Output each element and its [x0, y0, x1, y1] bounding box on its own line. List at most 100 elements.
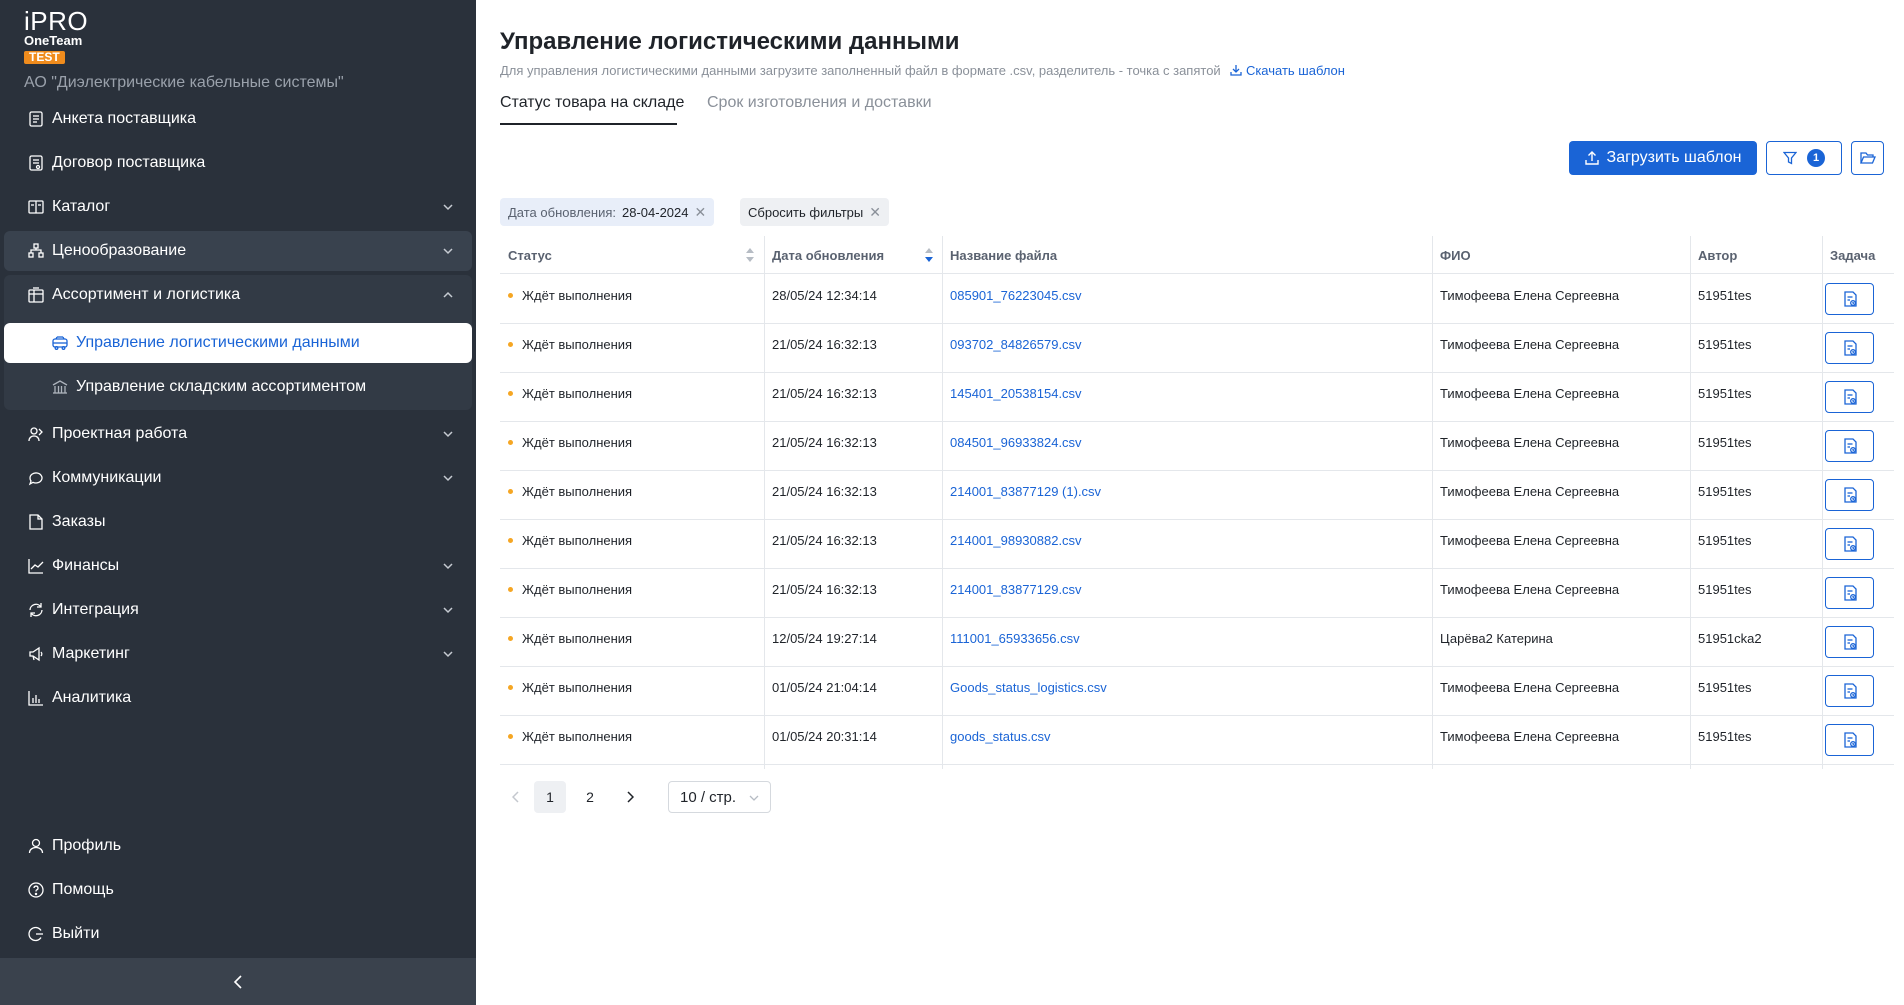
chevron-down-icon	[443, 431, 453, 438]
file-link[interactable]: Goods_status_logistics.csv	[950, 680, 1107, 695]
file-link[interactable]: 214001_83877129.csv	[950, 582, 1082, 597]
sidebar-subitem-logistics[interactable]: Управление логистическими данными	[4, 323, 472, 363]
task-button[interactable]	[1825, 430, 1874, 462]
task-button[interactable]	[1825, 626, 1874, 658]
logo-brand: iPRO	[24, 6, 89, 36]
sidebar-item-pricing[interactable]: Ценообразование	[4, 231, 472, 271]
folder-button[interactable]	[1851, 141, 1884, 175]
sidebar-item-label: Заказы	[52, 513, 106, 530]
pagination-next-button[interactable]	[614, 781, 646, 813]
logo-product: OneTeam	[24, 33, 83, 48]
pagination-prev-button[interactable]	[500, 781, 532, 813]
author-cell: 51951tes	[1698, 337, 1752, 352]
column-divider	[942, 236, 943, 274]
column-header-author[interactable]: Автор	[1698, 236, 1737, 274]
status-text: Ждёт выполнения	[522, 386, 633, 401]
task-button[interactable]	[1825, 528, 1874, 560]
file-link[interactable]: 085901_76223045.csv	[950, 288, 1082, 303]
date-cell: 01/05/24 21:04:14	[772, 680, 877, 695]
sidebar-item-orders[interactable]: Заказы	[4, 502, 472, 542]
sidebar-item-communications[interactable]: Коммуникации	[4, 458, 472, 498]
column-header-filename[interactable]: Название файла	[950, 236, 1057, 274]
sidebar-subitem-warehouse[interactable]: Управление складским ассортиментом	[4, 367, 472, 407]
logo[interactable]: iPRO OneTeam TEST	[24, 8, 144, 66]
sort-desc-icon	[925, 248, 933, 262]
sidebar-item-marketing[interactable]: Маркетинг	[4, 634, 472, 674]
fio-cell: Тимофеева Елена Сергеевна	[1440, 386, 1620, 401]
author-cell: 51951tes	[1698, 288, 1752, 303]
file-link[interactable]: 111001_65933656.csv	[950, 631, 1080, 646]
author-cell: 51951tes	[1698, 582, 1752, 597]
chevron-down-icon	[443, 248, 453, 255]
table-row: Ждёт выполнения 01/05/24 20:31:14 goods_st…	[500, 716, 1894, 765]
tab-production-delivery[interactable]: Срок изготовления и доставки	[707, 94, 932, 112]
column-header-fio[interactable]: ФИО	[1440, 236, 1471, 274]
status-cell: Ждёт выполнения	[508, 435, 632, 450]
pagination-page-2[interactable]: 2	[574, 781, 606, 813]
sidebar-item-projects[interactable]: Проектная работа	[4, 414, 472, 454]
download-template-link[interactable]: Скачать шаблон	[1230, 63, 1345, 78]
task-button[interactable]	[1825, 283, 1874, 315]
column-header-date[interactable]: Дата обновления	[772, 236, 933, 274]
orders-icon	[28, 514, 44, 530]
filter-count-badge: 1	[1807, 149, 1825, 167]
column-divider	[1432, 236, 1433, 274]
reset-filters-button[interactable]: Сбросить фильтры ✕	[740, 198, 889, 226]
file-link[interactable]: 145401_20538154.csv	[950, 386, 1082, 401]
file-link[interactable]: 093702_84826579.csv	[950, 337, 1082, 352]
column-header-status[interactable]: Статус	[508, 236, 754, 274]
task-document-icon	[1843, 291, 1857, 307]
sidebar-item-help[interactable]: Помощь	[4, 870, 472, 910]
upload-template-button[interactable]: Загрузить шаблон	[1569, 141, 1757, 175]
sidebar-collapse-button[interactable]	[0, 958, 476, 1005]
sidebar-item-questionnaire[interactable]: Анкета поставщика	[4, 99, 472, 139]
column-divider	[764, 236, 765, 274]
sidebar-item-label: Выйти	[52, 925, 100, 942]
tab-stock-status[interactable]: Статус товара на складе	[500, 94, 684, 112]
chat-icon	[28, 470, 44, 486]
chevron-down-icon	[443, 475, 453, 482]
filter-button[interactable]: 1	[1766, 141, 1842, 175]
sidebar-item-label: Профиль	[52, 837, 122, 854]
page-size-select[interactable]: 10 / стр.	[668, 781, 771, 813]
sidebar-item-analytics[interactable]: Аналитика	[4, 678, 472, 718]
status-cell: Ждёт выполнения	[508, 484, 632, 499]
date-cell: 21/05/24 16:32:13	[772, 386, 877, 401]
sidebar-item-label: Каталог	[52, 198, 111, 215]
sidebar-item-logout[interactable]: Выйти	[4, 914, 472, 954]
sidebar-subitem-label: Управление складским ассортиментом	[76, 378, 367, 395]
filter-chip-date: Дата обновления: 28-04-2024 ✕	[500, 198, 715, 226]
status-cell: Ждёт выполнения	[508, 386, 632, 401]
chevron-down-icon	[749, 795, 759, 801]
task-button[interactable]	[1825, 577, 1874, 609]
filter-icon	[1783, 151, 1797, 165]
sidebar-item-catalog[interactable]: Каталог	[4, 187, 472, 227]
task-button[interactable]	[1825, 724, 1874, 756]
file-link[interactable]: goods_status.csv	[950, 729, 1050, 744]
close-icon[interactable]: ✕	[869, 204, 881, 221]
sidebar-item-finance[interactable]: Финансы	[4, 546, 472, 586]
task-button[interactable]	[1825, 479, 1874, 511]
close-icon[interactable]: ✕	[695, 204, 707, 221]
file-link[interactable]: 214001_83877129 (1).csv	[950, 484, 1101, 499]
task-button[interactable]	[1825, 675, 1874, 707]
sidebar-item-assortment[interactable]: Ассортимент и логистика	[4, 275, 472, 315]
file-link[interactable]: 214001_98930882.csv	[950, 533, 1082, 548]
analytics-icon	[28, 690, 44, 706]
pagination-page-1[interactable]: 1	[534, 781, 566, 813]
status-dot	[508, 440, 513, 445]
task-button[interactable]	[1825, 332, 1874, 364]
sidebar-item-label: Интеграция	[52, 601, 139, 618]
sidebar-item-profile[interactable]: Профиль	[4, 826, 472, 866]
file-link[interactable]: 084501_96933824.csv	[950, 435, 1082, 450]
date-cell: 21/05/24 16:32:13	[772, 582, 877, 597]
sidebar: iPRO OneTeam TEST АО "Диэлектрические ка…	[0, 0, 476, 1005]
author-cell: 51951tes	[1698, 680, 1752, 695]
task-button[interactable]	[1825, 381, 1874, 413]
status-dot	[508, 489, 513, 494]
filter-chip-value: 28-04-2024	[622, 204, 689, 220]
status-cell: Ждёт выполнения	[508, 729, 632, 744]
sidebar-item-contract[interactable]: Договор поставщика	[4, 143, 472, 183]
sidebar-item-integration[interactable]: Интеграция	[4, 590, 472, 630]
column-header-label: Дата обновления	[772, 247, 885, 263]
